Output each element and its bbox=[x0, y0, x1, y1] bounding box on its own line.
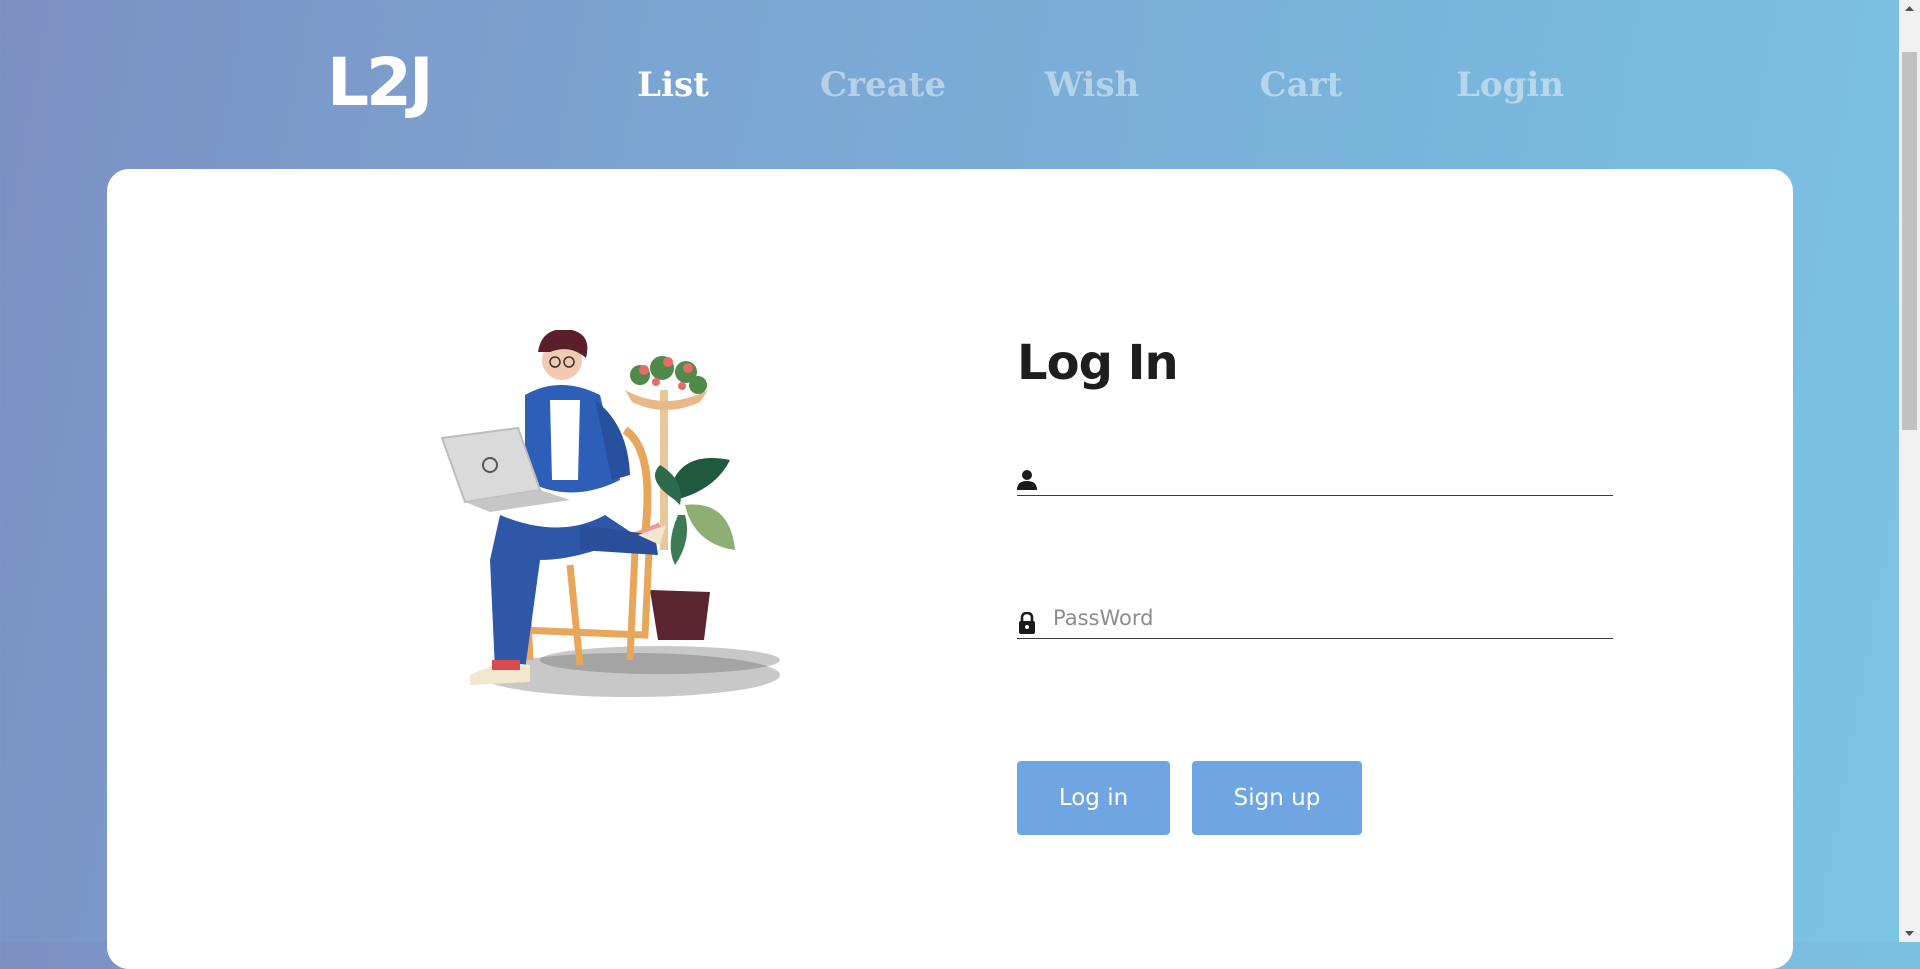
login-button[interactable]: Log in bbox=[1017, 761, 1170, 835]
password-field bbox=[1017, 598, 1613, 639]
username-input[interactable] bbox=[1051, 457, 1610, 493]
nav-login[interactable]: Login bbox=[1456, 62, 1564, 108]
scroll-down-arrow-icon[interactable] bbox=[1899, 925, 1920, 942]
login-card bbox=[107, 169, 1793, 969]
nav-create[interactable]: Create bbox=[820, 62, 946, 108]
person-icon bbox=[1017, 470, 1037, 490]
lock-icon bbox=[1019, 612, 1035, 634]
nav-wish[interactable]: Wish bbox=[1045, 62, 1139, 108]
nav-cart[interactable]: Cart bbox=[1260, 62, 1343, 108]
password-input[interactable] bbox=[1051, 600, 1610, 636]
username-field bbox=[1017, 455, 1613, 496]
scroll-up-arrow-icon[interactable] bbox=[1899, 0, 1920, 17]
signup-button[interactable]: Sign up bbox=[1192, 761, 1362, 835]
nav-list[interactable]: List bbox=[637, 62, 709, 108]
scrollbar-thumb[interactable] bbox=[1902, 52, 1917, 430]
login-title: Log In bbox=[1017, 335, 1179, 391]
person-with-laptop-illustration bbox=[440, 330, 780, 697]
main-nav: List Create Wish Cart Login bbox=[0, 62, 1900, 112]
vertical-scrollbar[interactable] bbox=[1899, 0, 1920, 942]
